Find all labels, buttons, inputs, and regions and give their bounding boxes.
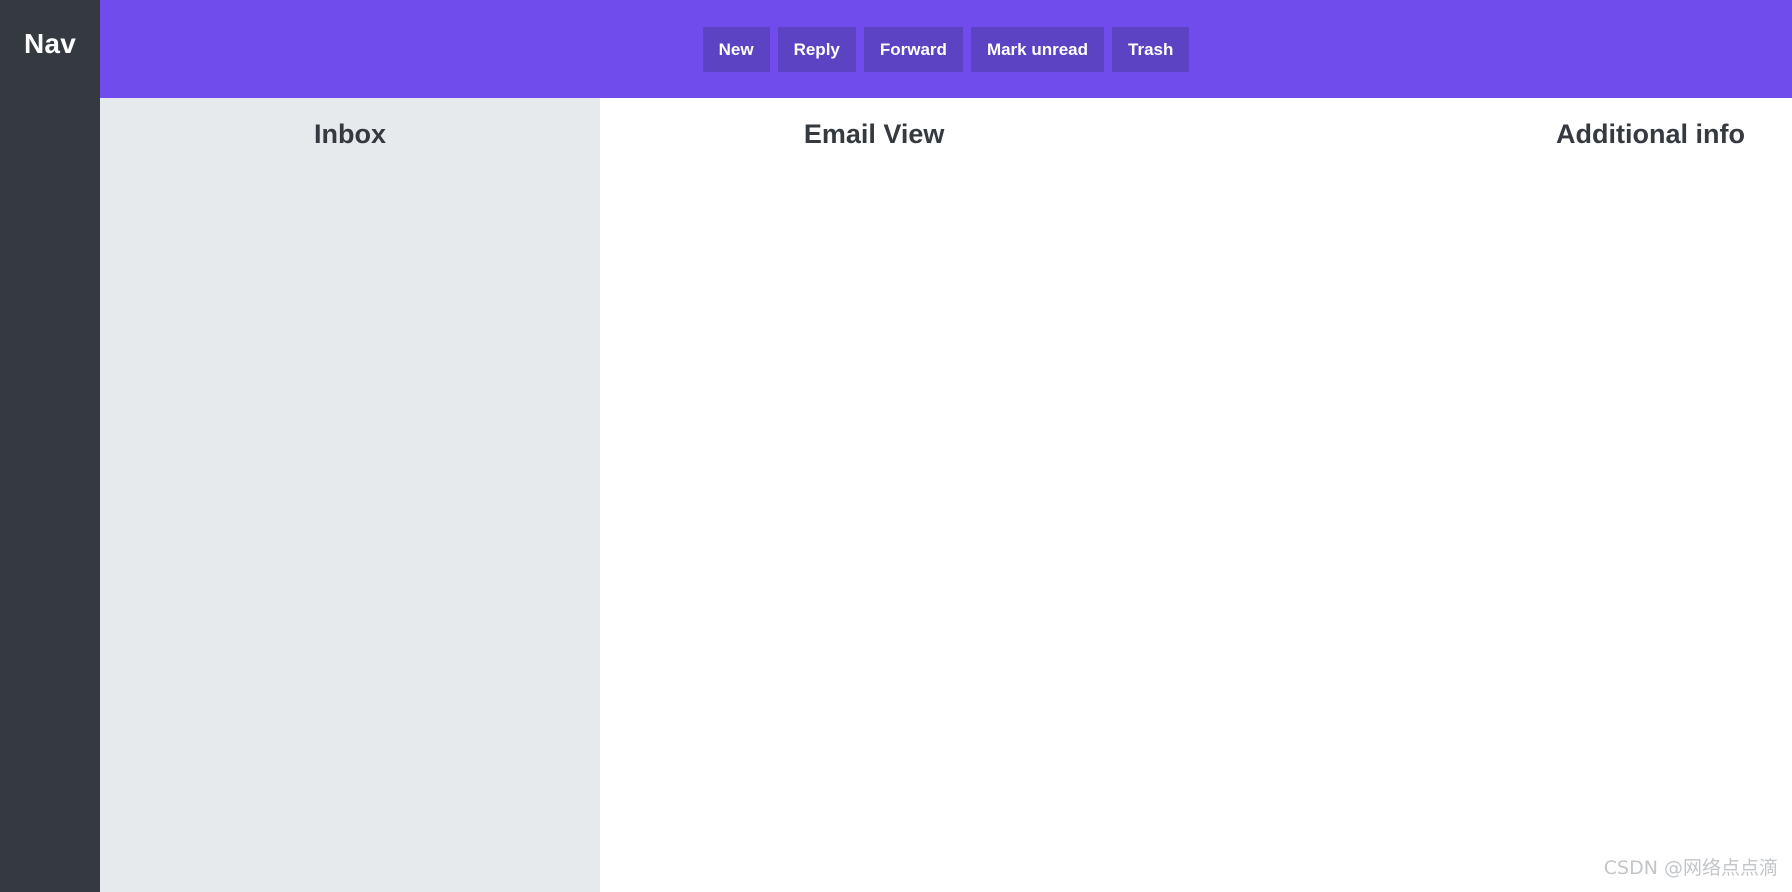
mark-unread-button[interactable]: Mark unread: [970, 26, 1105, 72]
trash-button[interactable]: Trash: [1112, 26, 1190, 72]
toolbar: New Reply Forward Mark unread Trash: [100, 0, 1792, 98]
reply-button[interactable]: Reply: [777, 26, 856, 72]
additional-info-panel[interactable]: Additional info: [1148, 98, 1792, 892]
content-columns: Inbox Email View Additional info: [100, 98, 1792, 892]
email-view-panel[interactable]: Email View: [600, 98, 1149, 892]
nav-sidebar[interactable]: Nav: [0, 0, 100, 892]
app-root: Nav New Reply Forward Mark unread Trash …: [0, 0, 1792, 892]
new-button[interactable]: New: [702, 26, 770, 72]
main-region: New Reply Forward Mark unread Trash Inbo…: [100, 0, 1792, 892]
forward-button[interactable]: Forward: [863, 26, 963, 72]
additional-info-heading: Additional info: [1556, 119, 1746, 149]
email-view-heading: Email View: [803, 119, 945, 149]
nav-title: Nav: [24, 28, 76, 59]
inbox-panel[interactable]: Inbox: [100, 98, 600, 892]
inbox-heading: Inbox: [314, 119, 386, 149]
csdn-watermark: CSDN @网络点点滴: [1603, 857, 1778, 879]
